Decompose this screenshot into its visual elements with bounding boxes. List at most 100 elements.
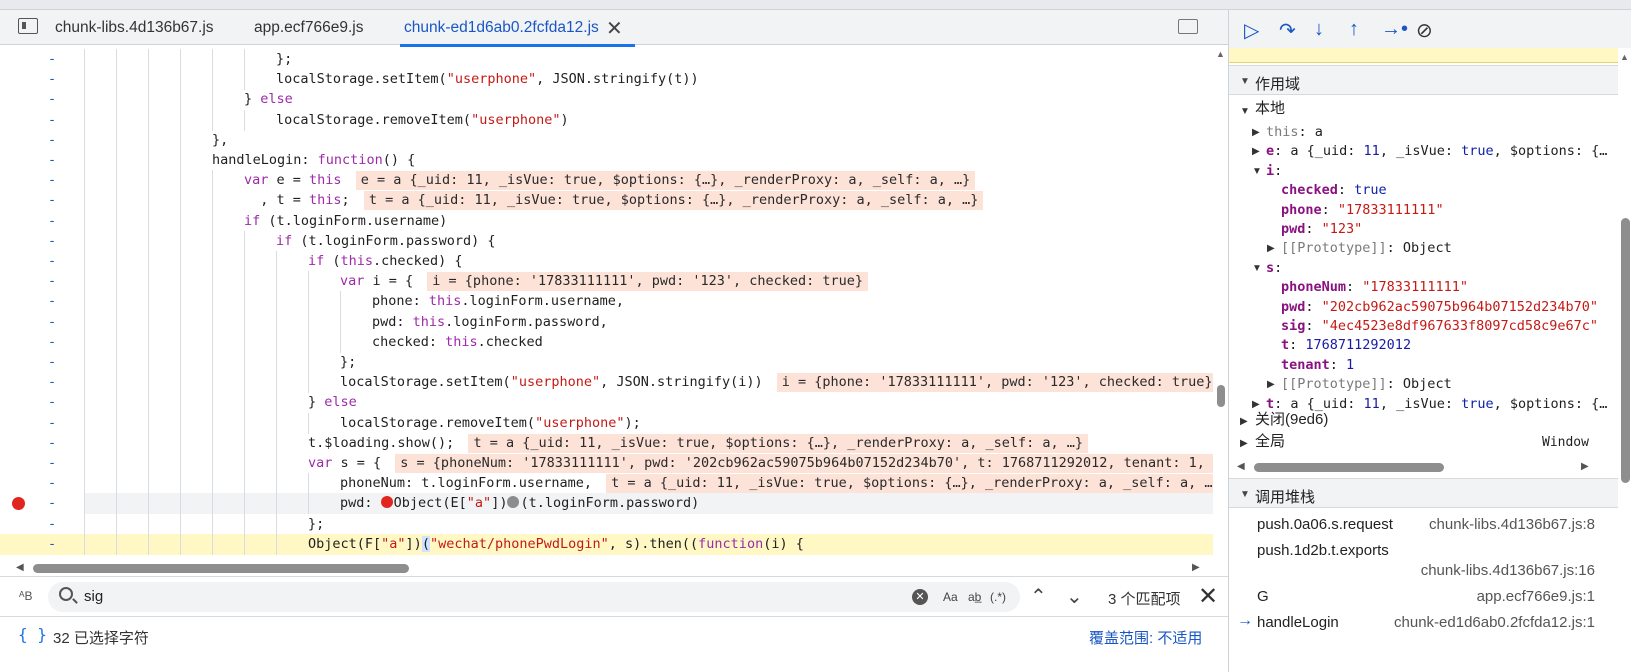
call-frame[interactable]: push.1d2b.t.exports chunk-libs.4d136b67.j… [1229, 538, 1618, 579]
expand-triangle-icon[interactable]: ▶ [1267, 243, 1275, 254]
step-over-icon[interactable]: ↷ [1279, 18, 1296, 43]
scope-variable[interactable]: this: a [1266, 122, 1323, 142]
line-gutter-marker[interactable]: - [48, 211, 56, 232]
code-line[interactable]: - if (this.checked) { [0, 251, 1213, 272]
editor-vertical-scrollbar[interactable]: ▲ [1213, 45, 1228, 560]
closure-scope-label[interactable]: 关闭(9ed6) [1255, 410, 1328, 430]
code-line[interactable]: - var i = { i = {phone: '17833111111', pw… [0, 271, 1213, 293]
code-line[interactable]: - localStorage.removeItem("userphone"); [0, 412, 1213, 434]
inline-breakpoint-icon[interactable] [507, 496, 520, 509]
close-search-icon[interactable]: ✕ [1198, 582, 1218, 611]
clear-search-icon[interactable]: ✕ [912, 589, 928, 605]
scroll-thumb[interactable] [1254, 463, 1444, 472]
scope-variable[interactable]: sig: "4ec4523e8df967633f8097cd58c9e67c" [1281, 316, 1598, 336]
code-line[interactable]: - var e = this e = a {_uid: 11, _isVue: t… [0, 170, 1213, 192]
scroll-left-icon[interactable]: ◀ [1237, 461, 1245, 472]
scroll-right-icon[interactable]: ▶ [1192, 562, 1200, 573]
code-line[interactable]: - checked: this.checked [0, 331, 1213, 353]
scope-variable[interactable]: e: a {_uid: 11, _isVue: true, $options: … [1266, 141, 1607, 161]
code-line[interactable]: - handleLogin: function() { [0, 150, 1213, 171]
code-line[interactable]: - pwd: this.loginForm.password, [0, 311, 1213, 333]
call-frame[interactable]: → handleLogin chunk-ed1d6ab0.2fcfda12.js:1 [1229, 610, 1618, 636]
code-editor[interactable]: -}; - localStorage.setItem("userphone", JS… [0, 45, 1213, 560]
expand-triangle-icon[interactable]: ▼ [1252, 263, 1262, 274]
tab-app[interactable]: app.ecf766e9.js [254, 19, 363, 37]
breakpoint-icon[interactable] [12, 497, 25, 511]
scope-variable[interactable]: [[Prototype]]: Object [1281, 374, 1452, 394]
scope-variable[interactable]: phoneNum: "17833111111" [1281, 277, 1468, 297]
local-scope-label[interactable]: 本地 [1255, 99, 1285, 119]
search-input[interactable]: sig [84, 588, 103, 605]
toggle-debugger-icon[interactable] [1178, 19, 1198, 34]
code-line[interactable]: -} else [0, 392, 1213, 414]
code-line[interactable]: - localStorage.setItem("userphone", JSON.… [0, 69, 1213, 91]
code-line[interactable]: -}; [0, 513, 1213, 535]
line-gutter-marker[interactable]: - [48, 332, 56, 353]
match-case-button[interactable]: Aa [943, 590, 958, 604]
scroll-thumb[interactable] [1621, 218, 1630, 483]
call-frame[interactable]: Gapp.ecf766e9.js:1 [1229, 584, 1618, 610]
scope-horizontal-scrollbar[interactable]: ◀ ▶ [1229, 459, 1618, 475]
frame-location[interactable]: chunk-libs.4d136b67.js:8 [1429, 516, 1595, 533]
expand-triangle-icon[interactable]: ▶ [1252, 146, 1260, 157]
toggle-navigator-icon[interactable] [18, 18, 38, 34]
scroll-up-icon[interactable]: ▲ [1216, 49, 1225, 59]
editor-horizontal-scrollbar[interactable]: ◀ ▶ [0, 560, 1213, 576]
scope-variable[interactable]: s: [1266, 258, 1282, 278]
scope-variable[interactable]: t: 1768711292012 [1281, 335, 1411, 355]
line-gutter-marker[interactable]: - [48, 190, 56, 211]
debugger-vertical-scrollbar[interactable]: ▲ [1618, 48, 1631, 672]
replace-toggle-icon[interactable]: ᴬB [19, 589, 32, 603]
deactivate-breakpoints-icon[interactable]: ⊘ [1416, 18, 1433, 43]
step-into-icon[interactable]: ↓ [1314, 18, 1324, 41]
code-line[interactable]: -}, [0, 129, 1213, 151]
scroll-left-icon[interactable]: ◀ [16, 562, 24, 573]
expand-triangle-icon[interactable]: ▼ [1252, 166, 1262, 177]
tab-chunk-ed1d6ab0[interactable]: chunk-ed1d6ab0.2fcfda12.js [400, 19, 635, 47]
close-tab-icon[interactable]: ✕ [606, 16, 623, 41]
code-line[interactable]: -}; [0, 352, 1213, 373]
resume-icon[interactable]: ▷ [1244, 18, 1259, 43]
scroll-right-icon[interactable]: ▶ [1581, 461, 1589, 472]
scope-variable[interactable]: checked: true [1281, 180, 1387, 200]
step-icon[interactable]: →• [1381, 18, 1408, 41]
scope-variable[interactable]: tenant: 1 [1281, 355, 1354, 375]
code-line[interactable]: - if (t.loginForm.username) [0, 210, 1213, 232]
code-line[interactable]: - phoneNum: t.loginForm.username, t = a {… [0, 473, 1213, 495]
call-frame[interactable]: push.0a06.s.request chunk-libs.4d136b67.j… [1229, 512, 1618, 538]
frame-location[interactable]: chunk-libs.4d136b67.js:16 [1421, 562, 1595, 579]
line-gutter-marker[interactable]: - [48, 110, 56, 131]
expand-triangle-icon[interactable]: ▼ [1240, 106, 1250, 117]
expand-triangle-icon[interactable]: ▶ [1267, 379, 1275, 390]
pretty-print-icon[interactable]: { } [18, 625, 47, 644]
line-gutter-marker[interactable]: - [48, 130, 56, 151]
line-gutter-marker[interactable]: - [48, 534, 56, 555]
callstack-section-header[interactable]: ▼ 调用堆栈 [1229, 478, 1618, 508]
line-gutter-marker[interactable]: - [48, 89, 56, 110]
scroll-up-icon[interactable]: ▲ [1620, 52, 1629, 62]
code-line[interactable]: - localStorage.setItem("userphone", JSON.… [0, 372, 1213, 394]
code-line[interactable]: - phone: this.loginForm.username, [0, 291, 1213, 313]
line-gutter-marker[interactable]: - [48, 271, 56, 292]
line-gutter-marker[interactable]: - [48, 69, 56, 90]
line-gutter-marker[interactable]: - [48, 433, 56, 454]
breakpoint-item[interactable] [1229, 48, 1618, 63]
whole-word-button[interactable]: ab̲ [968, 590, 981, 604]
expand-triangle-icon[interactable]: ▶ [1252, 399, 1260, 410]
line-gutter-marker[interactable]: - [48, 170, 56, 191]
line-gutter-marker[interactable]: - [48, 312, 56, 333]
coverage-link[interactable]: 覆盖范围: 不适用 [1089, 627, 1202, 648]
line-gutter-marker[interactable]: - [48, 372, 56, 393]
scope-variable[interactable]: pwd: "123" [1281, 219, 1362, 239]
line-gutter-marker[interactable]: - [48, 150, 56, 171]
code-line[interactable]: - , t = this; t = a {_uid: 11, _isVue: t… [0, 190, 1213, 212]
global-scope-label[interactable]: 全局 [1255, 432, 1285, 452]
line-gutter-marker[interactable]: - [48, 251, 56, 272]
code-line[interactable]: -}; [0, 49, 1213, 70]
previous-match-icon[interactable]: ⌃ [1030, 584, 1047, 609]
expand-triangle-icon[interactable]: ▶ [1240, 416, 1248, 427]
line-gutter-marker[interactable]: - [48, 413, 56, 434]
line-gutter-marker[interactable]: - [48, 291, 56, 312]
scope-variable[interactable]: [[Prototype]]: Object [1281, 238, 1452, 258]
scroll-thumb[interactable] [33, 564, 409, 573]
